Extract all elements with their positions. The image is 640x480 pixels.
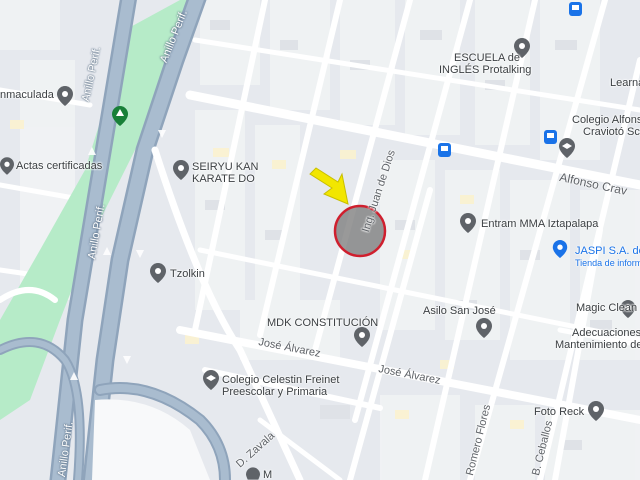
place-label[interactable]: Learna (610, 77, 640, 89)
map-canvas[interactable]: nmaculada Actas certificadas SEIRYU KAN … (0, 0, 640, 480)
place-label[interactable]: Entram MMA Iztapalapa (481, 218, 598, 230)
place-label[interactable]: nmaculada (0, 89, 54, 101)
place-label[interactable]: Craviotó Sc (583, 126, 640, 138)
place-label[interactable]: Tzolkin (170, 268, 205, 280)
place-pin-icon[interactable] (173, 160, 189, 180)
place-label[interactable]: Mantenimiento de (555, 339, 640, 351)
location-arrow-icon (309, 167, 349, 205)
school-pin-icon[interactable] (559, 138, 575, 158)
park-tree-icon[interactable] (112, 106, 128, 126)
place-pin-icon[interactable] (246, 467, 260, 480)
place-label[interactable]: Magic Clean (576, 302, 637, 314)
place-label[interactable]: M (263, 469, 272, 480)
place-pin-icon[interactable] (150, 263, 166, 283)
place-label[interactable]: Foto Reck (534, 406, 584, 418)
place-label[interactable]: Preescolar y Primaria (222, 386, 327, 398)
place-pin-icon[interactable] (476, 318, 492, 338)
place-label[interactable]: ESCUELA de (454, 52, 520, 64)
school-pin-icon[interactable] (203, 370, 219, 390)
place-label[interactable]: Actas certificadas (16, 160, 102, 172)
bus-stop-icon[interactable] (438, 143, 451, 157)
place-label[interactable]: JASPI S.A. de (575, 245, 640, 257)
place-label[interactable]: Asilo San José (423, 305, 496, 317)
place-pin-icon[interactable] (588, 401, 604, 421)
place-label[interactable]: Colegio Celestin Freinet (222, 374, 339, 386)
place-label[interactable]: KARATE DO (192, 173, 255, 185)
place-label[interactable]: Colegio Alfonso (572, 114, 640, 126)
place-label[interactable]: SEIRYU KAN (192, 161, 258, 173)
place-label[interactable]: MDK CONSTITUCIÓN (267, 317, 378, 329)
place-pin-icon[interactable] (460, 213, 476, 233)
place-pin-icon[interactable] (552, 240, 568, 258)
place-pin-icon[interactable] (0, 157, 14, 175)
highlight-circle[interactable] (332, 203, 388, 259)
bus-stop-icon[interactable] (544, 130, 557, 144)
place-pin-icon[interactable] (354, 327, 370, 347)
place-label[interactable]: Adecuaciones (572, 327, 640, 339)
place-label[interactable]: INGLÉS Protalking (439, 64, 531, 76)
place-pin-icon[interactable] (57, 86, 73, 106)
place-label[interactable]: Tienda de informática (575, 257, 640, 269)
bus-stop-icon[interactable] (569, 2, 582, 16)
